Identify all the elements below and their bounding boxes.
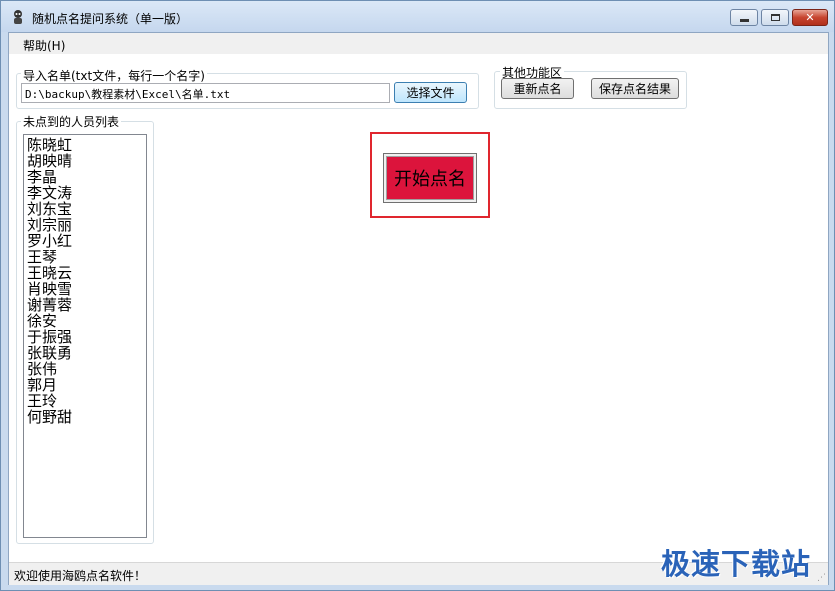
list-item[interactable]: 王晓云 — [27, 265, 143, 281]
choose-file-button[interactable]: 选择文件 — [394, 82, 467, 103]
client-area: 帮助(H) 导入名单(txt文件，每行一个名字) D:\backup\教程素材\… — [8, 32, 829, 585]
list-item[interactable]: 何野甜 — [27, 409, 143, 425]
title-bar[interactable]: 随机点名提问系统（单一版） ✕ — [1, 1, 834, 32]
maximize-button[interactable] — [761, 9, 789, 26]
reset-rollcall-button[interactable]: 重新点名 — [501, 78, 574, 99]
list-item[interactable]: 王玲 — [27, 393, 143, 409]
start-rollcall-button[interactable]: 开始点名 — [383, 153, 477, 203]
resize-grip-icon[interactable]: ⋰ — [817, 573, 826, 583]
list-item[interactable]: 罗小红 — [27, 233, 143, 249]
list-item[interactable]: 刘东宝 — [27, 201, 143, 217]
list-item[interactable]: 谢菁蓉 — [27, 297, 143, 313]
list-item[interactable]: 徐安 — [27, 313, 143, 329]
menu-help[interactable]: 帮助(H) — [23, 37, 65, 54]
maximize-icon — [770, 14, 780, 21]
close-icon: ✕ — [805, 11, 815, 24]
list-item[interactable]: 郭月 — [27, 377, 143, 393]
absent-names-list[interactable]: 陈晓虹 胡映晴 李晶 李文涛 刘东宝 刘宗丽 罗小红 王琴 王晓云 肖映雪 谢菁… — [23, 134, 147, 538]
status-text: 欢迎使用海鸥点名软件！ — [14, 569, 147, 583]
menu-bar: 帮助(H) — [9, 33, 828, 54]
list-item[interactable]: 王琴 — [27, 249, 143, 265]
minimize-button[interactable] — [730, 9, 758, 26]
list-item[interactable]: 李文涛 — [27, 185, 143, 201]
list-item[interactable]: 肖映雪 — [27, 281, 143, 297]
app-icon — [10, 9, 26, 25]
list-item[interactable]: 张联勇 — [27, 345, 143, 361]
list-item[interactable]: 张伟 — [27, 361, 143, 377]
list-item[interactable]: 于振强 — [27, 329, 143, 345]
import-group-title: 导入名单(txt文件，每行一个名字) — [21, 67, 207, 84]
save-results-button[interactable]: 保存点名结果 — [591, 78, 679, 99]
close-button[interactable]: ✕ — [792, 9, 828, 26]
list-item[interactable]: 陈晓虹 — [27, 137, 143, 153]
watermark-logo: 极速下载站 — [661, 547, 812, 581]
list-item[interactable]: 胡映晴 — [27, 153, 143, 169]
list-item[interactable]: 李晶 — [27, 169, 143, 185]
absent-list-title: 未点到的人员列表 — [21, 113, 122, 130]
window-title: 随机点名提问系统（单一版） — [32, 12, 189, 26]
list-item[interactable]: 刘宗丽 — [27, 217, 143, 233]
minimize-icon — [739, 19, 749, 22]
app-window: 随机点名提问系统（单一版） ✕ 帮助(H) 导入名单(txt文件，每行一个名字)… — [0, 0, 835, 591]
file-path-input[interactable]: D:\backup\教程素材\Excel\名单.txt — [21, 83, 390, 103]
